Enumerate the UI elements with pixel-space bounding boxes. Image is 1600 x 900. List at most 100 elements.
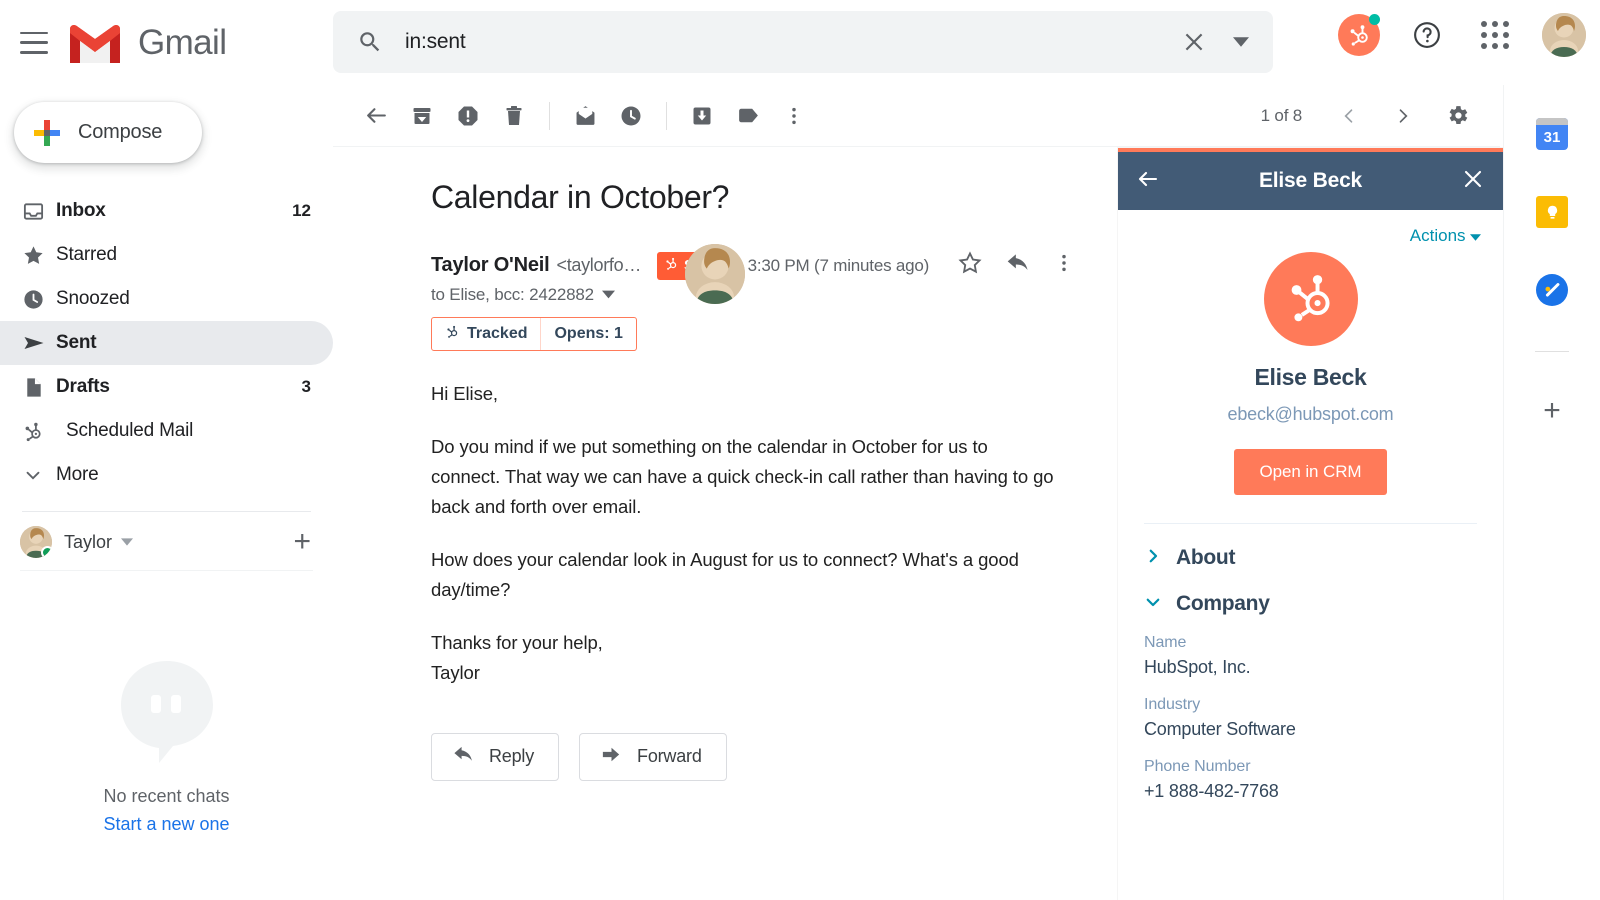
calendar-day-number: 31 bbox=[1536, 118, 1568, 150]
forward-button[interactable]: Forward bbox=[579, 732, 727, 781]
google-tasks-icon[interactable] bbox=[1535, 273, 1569, 307]
sidebar-count: 12 bbox=[292, 201, 311, 220]
chevron-down-icon[interactable] bbox=[1233, 34, 1249, 50]
about-section-toggle[interactable]: About bbox=[1144, 546, 1477, 570]
sidebar-item-snoozed[interactable]: Snoozed bbox=[0, 277, 333, 321]
field-label: Phone Number bbox=[1144, 758, 1251, 775]
mail-toolbar: 1 of 8 bbox=[333, 85, 1500, 147]
send-icon bbox=[22, 331, 56, 355]
sidebar-item-inbox[interactable]: Inbox 12 bbox=[0, 189, 333, 233]
reply-arrow-icon bbox=[452, 743, 475, 771]
forward-arrow-icon bbox=[600, 743, 623, 771]
chevron-right-icon bbox=[1144, 547, 1162, 570]
tracking-badge: Tracked Opens: 1 bbox=[431, 317, 637, 351]
left-sidebar: Compose Inbox 12 Starred Snoozed Sent Dr… bbox=[0, 85, 333, 900]
company-section: Company Name HubSpot, Inc. Industry Comp… bbox=[1118, 570, 1503, 802]
trash-icon[interactable] bbox=[491, 93, 537, 139]
gmail-wordmark: Gmail bbox=[138, 22, 227, 62]
chevron-down-icon bbox=[1144, 593, 1162, 616]
help-circle-icon[interactable] bbox=[1406, 14, 1448, 56]
main-menu-icon[interactable] bbox=[20, 31, 48, 54]
search-bar[interactable] bbox=[333, 11, 1273, 73]
chat-avatar[interactable] bbox=[20, 526, 52, 558]
chevron-down-icon[interactable] bbox=[121, 533, 134, 551]
body-paragraph: Do you mind if we put something on the c… bbox=[431, 435, 1054, 517]
sidebar-item-sent[interactable]: Sent bbox=[0, 321, 333, 365]
message-timestamp: 3:30 PM (7 minutes ago) bbox=[747, 255, 930, 275]
folder-nav-list: Inbox 12 Starred Snoozed Sent Drafts 3 S… bbox=[0, 189, 333, 497]
notification-badge bbox=[1369, 14, 1380, 25]
sidebar-label: Starred bbox=[56, 244, 117, 265]
move-to-inbox-icon[interactable] bbox=[679, 93, 725, 139]
chat-header: Taylor + bbox=[0, 512, 333, 558]
report-spam-icon[interactable] bbox=[445, 93, 491, 139]
gear-icon[interactable] bbox=[1434, 93, 1480, 139]
close-icon[interactable] bbox=[1461, 167, 1485, 196]
signature-line: Taylor bbox=[431, 661, 480, 683]
label-tag-icon[interactable] bbox=[725, 93, 771, 139]
add-addon-icon[interactable]: + bbox=[1543, 396, 1561, 426]
company-phone-field: Phone Number +1 888-482-7768 bbox=[1144, 758, 1477, 802]
sidebar-label: More bbox=[56, 464, 99, 485]
toolbar-divider bbox=[549, 101, 550, 130]
more-vertical-icon[interactable] bbox=[1053, 252, 1075, 279]
field-label: Industry bbox=[1144, 696, 1201, 713]
google-keep-icon[interactable] bbox=[1535, 195, 1569, 229]
page-title: Calendar in October? bbox=[431, 179, 730, 215]
hubspot-sprocket-icon[interactable] bbox=[1338, 14, 1380, 56]
toolbar-right-group: 1 of 8 bbox=[1261, 93, 1500, 139]
page-count-label: 1 of 8 bbox=[1260, 105, 1303, 125]
sidebar-item-drafts[interactable]: Drafts 3 bbox=[0, 365, 333, 409]
contact-avatar bbox=[1263, 252, 1358, 346]
sidebar-item-more[interactable]: More bbox=[0, 453, 333, 497]
chevron-down-icon bbox=[22, 464, 56, 486]
apps-grid-icon[interactable] bbox=[1474, 14, 1516, 56]
hubspot-sprocket-icon bbox=[445, 324, 460, 344]
mark-unread-icon[interactable] bbox=[562, 93, 608, 139]
field-label: Name bbox=[1144, 634, 1187, 651]
recipients-text: to Elise, bcc: 2422882 bbox=[431, 285, 594, 304]
contact-name: Elise Beck bbox=[1254, 364, 1367, 390]
open-in-crm-button[interactable]: Open in CRM bbox=[1233, 449, 1388, 495]
sender-email: <taylorfo… bbox=[556, 255, 642, 275]
top-bar-actions bbox=[1338, 13, 1586, 57]
reply-button[interactable]: Reply bbox=[431, 732, 560, 781]
chevron-right-icon[interactable] bbox=[1380, 93, 1426, 139]
company-section-toggle[interactable]: Company bbox=[1144, 592, 1477, 616]
star-outline-icon[interactable] bbox=[957, 250, 983, 281]
close-icon[interactable] bbox=[1181, 29, 1207, 55]
back-arrow-icon[interactable] bbox=[1136, 167, 1160, 196]
body-paragraph: How does your calendar look in August fo… bbox=[431, 548, 1019, 600]
gmail-logo[interactable]: Gmail bbox=[66, 21, 227, 65]
sidebar-item-starred[interactable]: Starred bbox=[0, 233, 333, 277]
tracked-label: Tracked bbox=[467, 325, 528, 342]
chevron-left-icon[interactable] bbox=[1326, 93, 1372, 139]
actions-dropdown[interactable]: Actions bbox=[1118, 210, 1503, 246]
message-icon-actions bbox=[957, 250, 1075, 281]
tasks-check-glyph bbox=[1536, 274, 1568, 306]
compose-button[interactable]: Compose bbox=[14, 102, 202, 163]
chevron-down-icon bbox=[1470, 226, 1481, 245]
snooze-clock-icon[interactable] bbox=[608, 93, 654, 139]
hangouts-icon bbox=[115, 661, 219, 771]
contact-email: ebeck@hubspot.com bbox=[1227, 404, 1394, 424]
start-new-chat-link[interactable]: Start a new one bbox=[0, 814, 333, 835]
search-input[interactable] bbox=[405, 30, 1181, 54]
chevron-down-icon[interactable] bbox=[601, 286, 615, 304]
archive-icon[interactable] bbox=[399, 93, 445, 139]
back-arrow-icon[interactable] bbox=[353, 93, 399, 139]
sidebar-label: Inbox bbox=[56, 200, 106, 221]
company-section-title: Company bbox=[1176, 592, 1270, 615]
sender-avatar[interactable] bbox=[685, 244, 745, 304]
account-avatar[interactable] bbox=[1542, 13, 1586, 57]
reply-arrow-icon[interactable] bbox=[1005, 250, 1031, 281]
about-section-title: About bbox=[1176, 546, 1236, 569]
more-vertical-icon[interactable] bbox=[771, 93, 817, 139]
online-status-dot bbox=[41, 546, 52, 558]
sidebar-item-scheduled-mail[interactable]: Scheduled Mail bbox=[0, 409, 333, 453]
google-calendar-icon[interactable]: 31 bbox=[1535, 117, 1569, 151]
search-icon[interactable] bbox=[357, 29, 383, 55]
new-chat-icon[interactable]: + bbox=[293, 527, 311, 557]
body-paragraph: Hi Elise, bbox=[431, 383, 498, 404]
tracked-section: Tracked bbox=[432, 324, 540, 344]
